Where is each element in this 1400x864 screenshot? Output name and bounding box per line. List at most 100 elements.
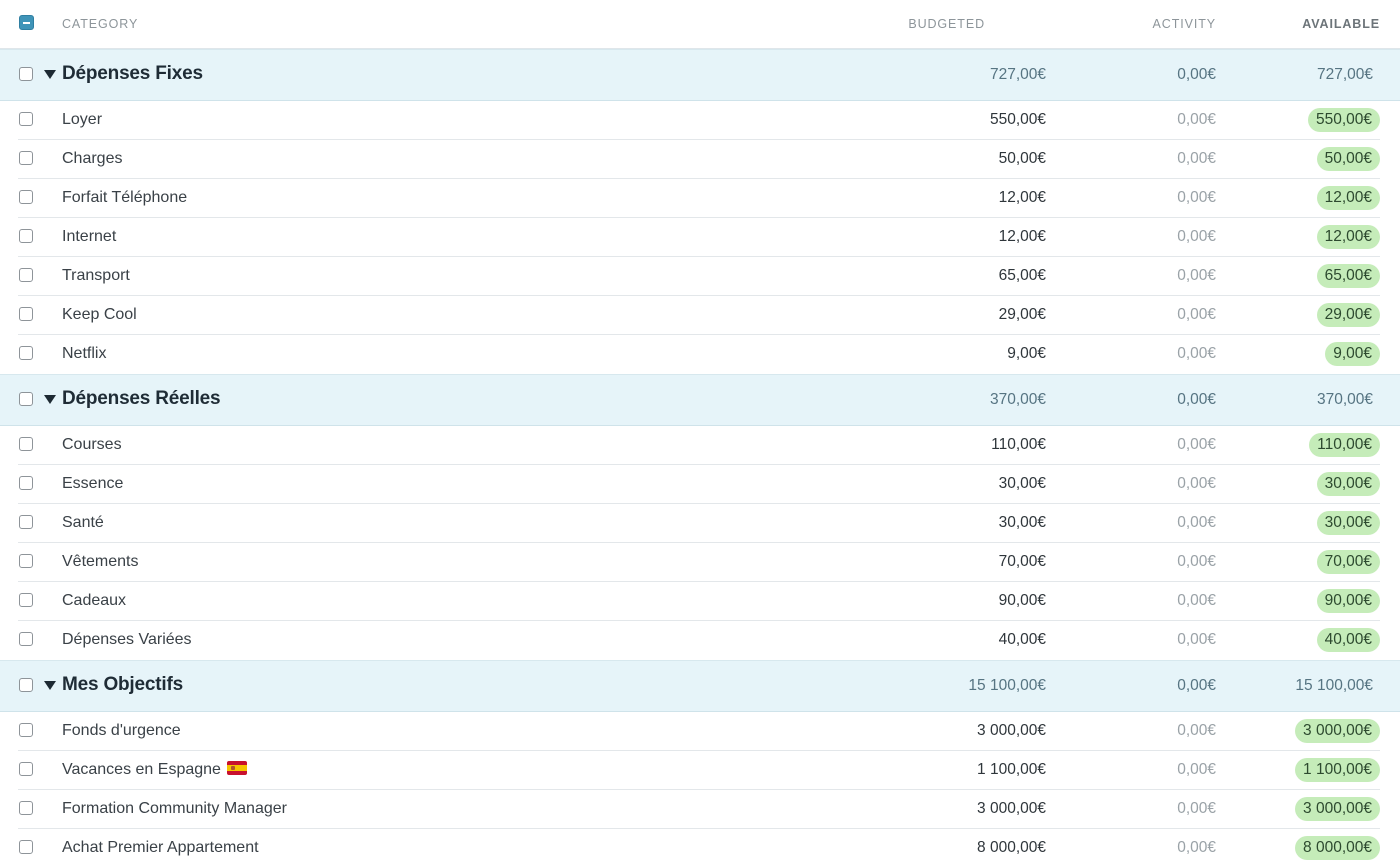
available-amount-pill[interactable]: 8 000,00€ — [1295, 836, 1380, 860]
category-group-row[interactable]: Dépenses Réelles 370,00€ 0,00€ 370,00€ — [0, 374, 1400, 426]
activity-amount[interactable]: 0,00€ — [1177, 111, 1216, 129]
category-name-cell[interactable]: Vacances en Espagne — [62, 761, 247, 779]
category-name-cell[interactable]: Fonds d'urgence — [62, 722, 181, 740]
category-group-row[interactable]: Dépenses Fixes 727,00€ 0,00€ 727,00€ — [0, 49, 1400, 101]
category-name-cell[interactable]: Dépenses Variées — [62, 631, 192, 649]
category-name-cell[interactable]: Forfait Téléphone — [62, 189, 187, 207]
activity-amount[interactable]: 0,00€ — [1177, 228, 1216, 246]
category-checkbox[interactable] — [19, 268, 33, 282]
category-row[interactable]: Vacances en Espagne 1 100,00€ 0,00€ 1 100,0… — [0, 751, 1400, 790]
category-name-cell[interactable]: Courses — [62, 436, 122, 454]
category-name-cell[interactable]: Loyer — [62, 111, 102, 129]
budgeted-amount[interactable]: 12,00€ — [999, 228, 1046, 246]
category-name[interactable]: Internet — [62, 228, 116, 245]
category-name-cell[interactable]: Keep Cool — [62, 306, 137, 324]
budgeted-amount[interactable]: 50,00€ — [999, 150, 1046, 168]
category-row[interactable]: Internet 12,00€ 0,00€ 12,00€ — [0, 218, 1400, 257]
budgeted-amount[interactable]: 9,00€ — [1007, 345, 1046, 363]
category-name[interactable]: Forfait Téléphone — [62, 189, 187, 206]
activity-amount[interactable]: 0,00€ — [1177, 761, 1216, 779]
category-name[interactable]: Charges — [62, 150, 122, 167]
available-amount-pill[interactable]: 90,00€ — [1316, 589, 1380, 613]
category-checkbox[interactable] — [19, 112, 33, 126]
category-row[interactable]: Charges 50,00€ 0,00€ 50,00€ — [0, 140, 1400, 179]
category-name-cell[interactable]: Transport — [62, 267, 130, 285]
category-checkbox[interactable] — [19, 632, 33, 646]
category-name-cell[interactable]: Cadeaux — [62, 592, 126, 610]
category-checkbox[interactable] — [19, 190, 33, 204]
budgeted-amount[interactable]: 110,00€ — [991, 436, 1046, 454]
category-row[interactable]: Essence 30,00€ 0,00€ 30,00€ — [0, 465, 1400, 504]
category-name-cell[interactable]: Achat Premier Appartement — [62, 839, 259, 857]
category-checkbox[interactable] — [19, 593, 33, 607]
activity-amount[interactable]: 0,00€ — [1177, 306, 1216, 324]
group-checkbox[interactable] — [19, 67, 33, 81]
group-name[interactable]: Mes Objectifs — [62, 674, 183, 696]
available-amount-pill[interactable]: 110,00€ — [1309, 433, 1380, 457]
category-name[interactable]: Vacances en Espagne — [62, 761, 221, 778]
category-checkbox[interactable] — [19, 554, 33, 568]
category-name[interactable]: Netflix — [62, 345, 106, 362]
activity-amount[interactable]: 0,00€ — [1177, 722, 1216, 740]
category-row[interactable]: Loyer 550,00€ 0,00€ 550,00€ — [0, 101, 1400, 140]
budgeted-amount[interactable]: 70,00€ — [999, 553, 1046, 571]
activity-amount[interactable]: 0,00€ — [1177, 800, 1216, 818]
category-name[interactable]: Courses — [62, 436, 122, 453]
available-amount-pill[interactable]: 40,00€ — [1316, 628, 1380, 652]
available-amount-pill[interactable]: 550,00€ — [1307, 108, 1380, 132]
activity-amount[interactable]: 0,00€ — [1177, 267, 1216, 285]
category-name[interactable]: Loyer — [62, 111, 102, 128]
category-row[interactable]: Cadeaux 90,00€ 0,00€ 90,00€ — [0, 582, 1400, 621]
collapse-triangle-icon[interactable] — [44, 395, 56, 404]
category-checkbox[interactable] — [19, 151, 33, 165]
category-name-cell[interactable]: Vêtements — [62, 553, 138, 571]
category-row[interactable]: Formation Community Manager 3 000,00€ 0,00… — [0, 790, 1400, 829]
available-amount-pill[interactable]: 3 000,00€ — [1295, 719, 1380, 743]
activity-amount[interactable]: 0,00€ — [1177, 592, 1216, 610]
category-name-cell[interactable]: Essence — [62, 475, 123, 493]
activity-amount[interactable]: 0,00€ — [1177, 475, 1216, 493]
available-amount-pill[interactable]: 12,00€ — [1316, 225, 1380, 249]
available-amount-pill[interactable]: 1 100,00€ — [1295, 758, 1380, 782]
activity-amount[interactable]: 0,00€ — [1177, 345, 1216, 363]
activity-amount[interactable]: 0,00€ — [1177, 436, 1216, 454]
budgeted-amount[interactable]: 65,00€ — [999, 267, 1046, 285]
category-name[interactable]: Formation Community Manager — [62, 800, 287, 817]
category-name[interactable]: Fonds d'urgence — [62, 722, 181, 739]
available-amount-pill[interactable]: 50,00€ — [1316, 147, 1380, 171]
category-checkbox[interactable] — [19, 229, 33, 243]
category-row[interactable]: Vêtements 70,00€ 0,00€ 70,00€ — [0, 543, 1400, 582]
category-row[interactable]: Netflix 9,00€ 0,00€ 9,00€ — [0, 335, 1400, 374]
category-name[interactable]: Vêtements — [62, 553, 138, 570]
budgeted-amount[interactable]: 30,00€ — [999, 514, 1046, 532]
category-row[interactable]: Courses 110,00€ 0,00€ 110,00€ — [0, 426, 1400, 465]
available-amount-pill[interactable]: 3 000,00€ — [1295, 797, 1380, 821]
category-row[interactable]: Santé 30,00€ 0,00€ 30,00€ — [0, 504, 1400, 543]
budgeted-amount[interactable]: 29,00€ — [999, 306, 1046, 324]
budgeted-amount[interactable]: 40,00€ — [999, 631, 1046, 649]
category-group-row[interactable]: Mes Objectifs 15 100,00€ 0,00€ 15 100,00€ — [0, 660, 1400, 712]
category-checkbox[interactable] — [19, 307, 33, 321]
category-checkbox[interactable] — [19, 762, 33, 776]
budgeted-amount[interactable]: 3 000,00€ — [977, 722, 1046, 740]
activity-amount[interactable]: 0,00€ — [1177, 514, 1216, 532]
budgeted-amount[interactable]: 30,00€ — [999, 475, 1046, 493]
available-amount-pill[interactable]: 65,00€ — [1316, 264, 1380, 288]
category-row[interactable]: Fonds d'urgence 3 000,00€ 0,00€ 3 000,00€ — [0, 712, 1400, 751]
category-checkbox[interactable] — [19, 476, 33, 490]
group-name[interactable]: Dépenses Réelles — [62, 388, 221, 410]
category-name[interactable]: Cadeaux — [62, 592, 126, 609]
budgeted-amount[interactable]: 3 000,00€ — [977, 800, 1046, 818]
available-amount-pill[interactable]: 30,00€ — [1316, 472, 1380, 496]
category-row[interactable]: Transport 65,00€ 0,00€ 65,00€ — [0, 257, 1400, 296]
budgeted-amount[interactable]: 1 100,00€ — [977, 761, 1046, 779]
activity-amount[interactable]: 0,00€ — [1177, 150, 1216, 168]
available-amount-pill[interactable]: 30,00€ — [1316, 511, 1380, 535]
category-name[interactable]: Keep Cool — [62, 306, 137, 323]
category-name[interactable]: Achat Premier Appartement — [62, 839, 259, 856]
available-amount-pill[interactable]: 12,00€ — [1316, 186, 1380, 210]
category-name-cell[interactable]: Charges — [62, 150, 122, 168]
activity-amount[interactable]: 0,00€ — [1177, 189, 1216, 207]
category-name[interactable]: Transport — [62, 267, 130, 284]
group-checkbox[interactable] — [19, 678, 33, 692]
